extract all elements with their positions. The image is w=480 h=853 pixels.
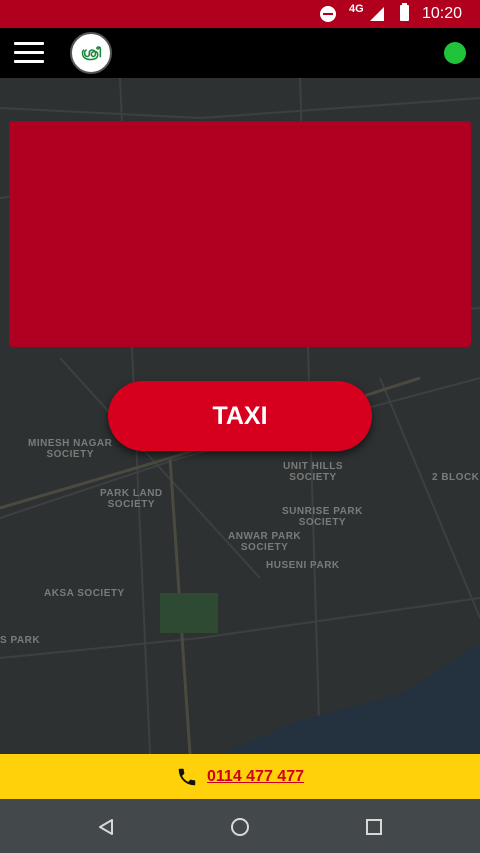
status-time: 10:20: [421, 5, 462, 22]
call-number-link[interactable]: 0114 477 477: [207, 768, 304, 786]
call-bar[interactable]: 0114 477 477: [0, 754, 480, 799]
recent-apps-icon[interactable]: [366, 819, 382, 835]
map-label-anwar: ANWAR PARK SOCIETY: [228, 531, 302, 553]
map-label-sunrise: SUNRISE PARK SOCIETY: [282, 506, 363, 528]
taxi-button[interactable]: TAXI: [108, 381, 372, 451]
logo-text: ശ്രീ: [80, 45, 102, 60]
app-bar: ശ്രീ: [0, 28, 480, 78]
map-label-block: 2 BLOCK: [432, 472, 480, 483]
back-icon[interactable]: [98, 818, 114, 836]
hamburger-menu-icon[interactable]: [14, 42, 44, 64]
signal-icon: [370, 7, 384, 21]
map-label-unithills: UNIT HILLS SOCIETY: [283, 461, 343, 483]
status-bar: 4G 10:20: [0, 0, 480, 28]
park-area: [160, 593, 218, 633]
online-status-indicator: [444, 42, 466, 64]
battery-icon: [400, 3, 409, 21]
phone-icon: [178, 768, 196, 785]
map-label-aksa: AKSA SOCIETY: [44, 588, 125, 599]
do-not-disturb-icon: [320, 6, 336, 22]
promo-banner: [9, 121, 471, 347]
map-label-huseni: HUSENI PARK: [266, 560, 340, 571]
map-label-spark: S PARK: [0, 635, 41, 646]
map-label-parkland: PARK LAND SOCIETY: [100, 488, 163, 510]
home-icon[interactable]: [231, 818, 249, 836]
network-type: 4G: [349, 3, 364, 15]
app-logo: ശ്രീ: [70, 32, 112, 74]
map-label-minesh: MINESH NAGAR SOCIETY: [28, 438, 113, 460]
